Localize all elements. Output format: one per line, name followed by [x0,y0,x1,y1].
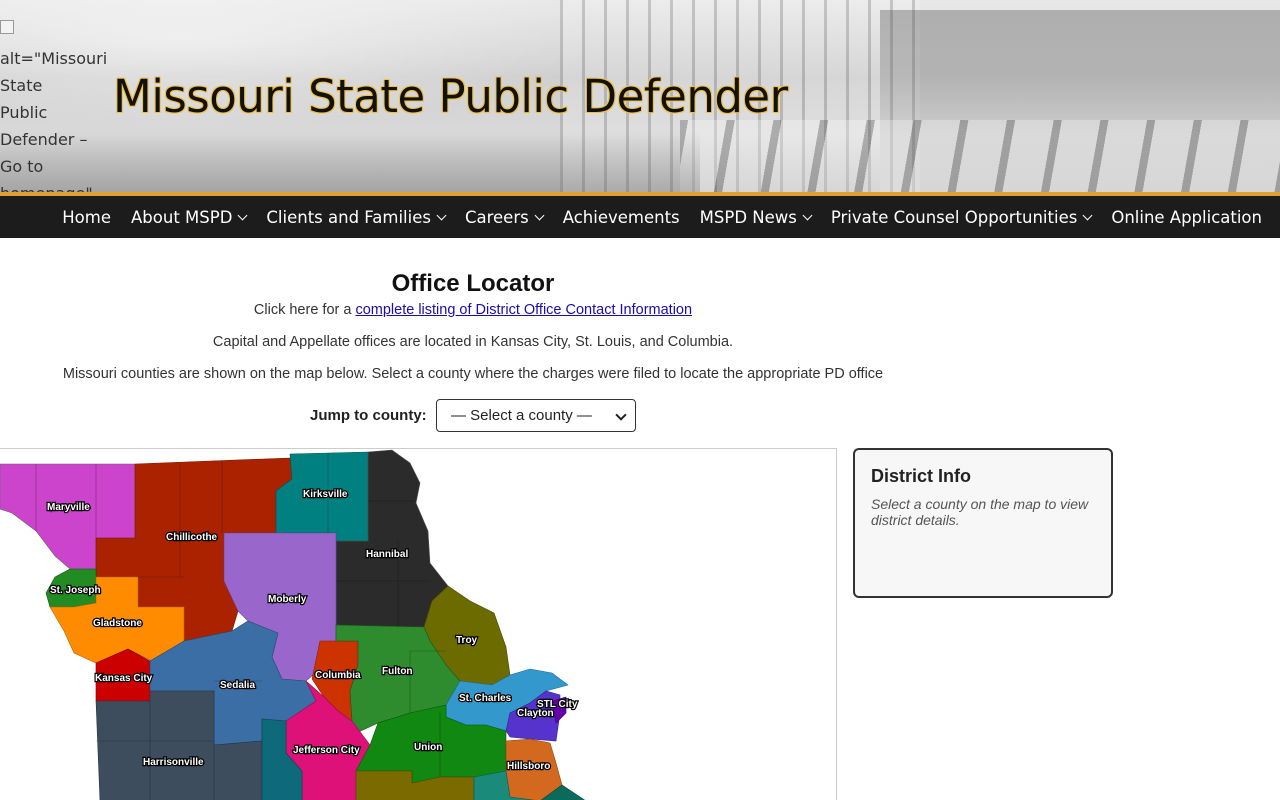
map-label-jefferson-city: Jefferson City [293,745,360,756]
nav-label: Online Application [1111,207,1262,227]
map-label-st-joseph: St. Joseph [50,585,101,596]
map-label-kirksville: Kirksville [303,489,348,500]
site-title[interactable]: Missouri State Public Defender [113,70,788,123]
nav-item-home[interactable]: Home [62,208,111,227]
map-label-chillicothe: Chillicothe [166,532,218,543]
jump-to-county-label: Jump to county: [310,407,427,424]
nav-label: About MSPD [131,207,233,227]
county-select[interactable]: — Select a county — [436,399,636,432]
map-label-maryville: Maryville [47,502,90,513]
nav-item-mspd-news[interactable]: MSPD News [699,207,813,227]
nav-item-about-mspd[interactable]: About MSPD [131,207,248,227]
nav-item-clients-and-families[interactable]: Clients and Families [266,207,447,227]
map-label-union: Union [414,742,442,753]
nav-label: Achievements [562,207,680,227]
map-label-hillsboro: Hillsboro [507,761,550,772]
nav-label: Clients and Families [266,207,431,227]
page-title: Office Locator [391,270,555,297]
chevron-down-icon [802,210,813,220]
chevron-down-icon [436,210,447,220]
map-label-harrisonville: Harrisonville [143,757,204,768]
nav-label: Careers [464,207,529,227]
header-photo-desks [680,120,1280,192]
district-info-panel: District Info Select a county on the map… [853,448,1113,598]
nav-label: MSPD News [699,207,797,227]
county-select-value: — Select a county — [451,407,592,424]
logo-link[interactable]: alt="Missouri State Public Defender – Go… [0,18,107,192]
missouri-county-map: Maryville Chillicothe Kirksville Hanniba… [0,448,837,800]
map-instructions: Missouri counties are shown on the map b… [62,366,884,382]
chevron-down-icon [237,210,248,220]
chevron-down-icon [1082,210,1093,220]
map-label-gladstone: Gladstone [93,618,142,629]
broken-image-icon [0,20,14,34]
map-label-moberly: Moberly [268,594,307,605]
map-label-kansas-city: Kansas City [95,673,153,684]
map-label-hannibal: Hannibal [366,549,408,560]
chevron-down-icon [615,409,627,421]
nav-label: Home [62,207,111,227]
nav-item-private-counsel[interactable]: Private Counsel Opportunities [830,207,1093,227]
contact-listing-prefix: Click here for a [253,302,356,318]
site-header: alt="Missouri State Public Defender – Go… [0,0,1280,192]
logo-alt-text: alt="Missouri State Public Defender – Go… [0,49,108,192]
nav-item-online-application[interactable]: Online Application [1111,208,1262,227]
map-label-st-charles: St. Charles [459,693,512,704]
map-label-fulton: Fulton [382,666,413,677]
nav-label: Private Counsel Opportunities [830,207,1078,227]
contact-listing-link[interactable]: complete listing of District Office Cont… [355,302,692,318]
map-label-clayton: Clayton [517,708,554,719]
main-navigation: Home About MSPD Clients and Families Car… [0,196,1280,238]
map-label-troy: Troy [456,635,478,646]
nav-item-careers[interactable]: Careers [464,207,545,227]
contact-listing-line: Click here for a complete listing of Dis… [0,302,946,318]
map-label-columbia: Columbia [315,670,361,681]
district-info-message: Select a county on the map to view distr… [871,496,1089,528]
map-label-sedalia: Sedalia [220,680,255,691]
capital-offices-note: Capital and Appellate offices are locate… [212,334,734,350]
district-info-title: District Info [871,466,972,486]
nav-item-achievements[interactable]: Achievements [563,208,680,227]
header-photo-floor [0,130,700,192]
chevron-down-icon [534,210,545,220]
